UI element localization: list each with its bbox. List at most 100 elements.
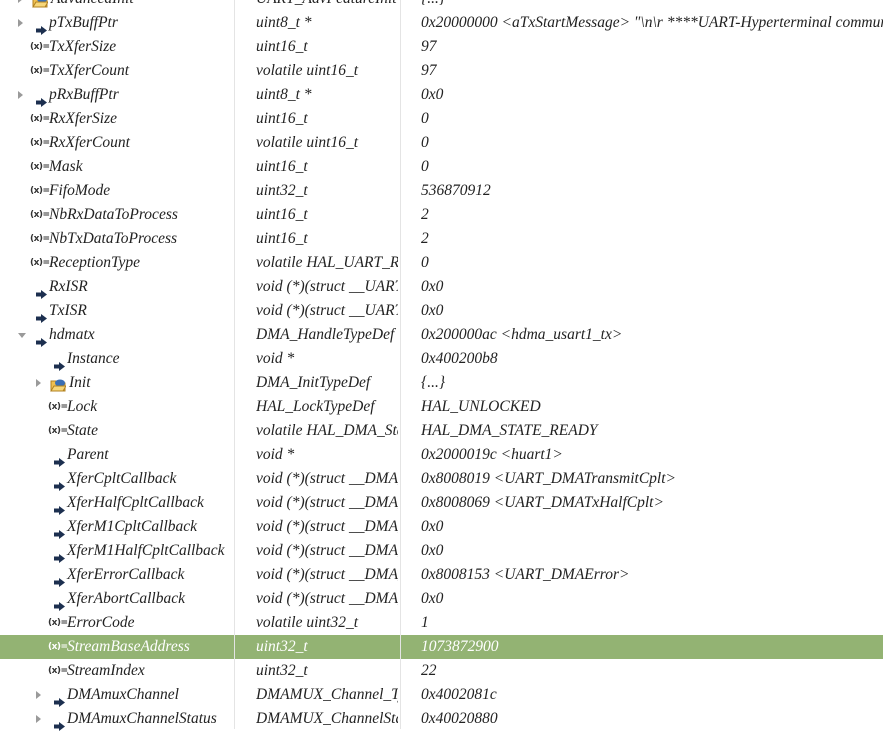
variable-row[interactable]: (x)= NbRxDataToProcess uint16_t 2	[0, 203, 883, 227]
variable-type: uint8_t *	[256, 14, 312, 31]
variable-row[interactable]: (x)= RxXferSize uint16_t 0	[0, 107, 883, 131]
variable-name: FifoMode	[49, 182, 111, 199]
variable-row[interactable]: (x)= TxXferSize uint16_t 97	[0, 35, 883, 59]
variable-name: Init	[69, 374, 91, 391]
expand-toggle-icon[interactable]	[18, 91, 23, 99]
variable-row[interactable]: (x)= FifoMode uint32_t 536870912	[0, 179, 883, 203]
variable-type: void *	[256, 350, 295, 367]
variable-row[interactable]: XferCpltCallback void (*)(struct __DMA_Ha…	[0, 467, 883, 491]
variable-row[interactable]: (x)= Lock HAL_LockTypeDef HAL_UNLOCKED	[0, 395, 883, 419]
pointer-icon	[54, 355, 66, 371]
variable-row[interactable]: XferHalfCpltCallback void (*)(struct __DM…	[0, 491, 883, 515]
variable-name: RxXferCount	[49, 134, 130, 151]
variable-name: XferErrorCallback	[67, 566, 185, 583]
variable-value: 0x0	[421, 518, 444, 535]
variable-value: 0	[421, 110, 429, 127]
name-cell: Init	[0, 371, 233, 395]
variable-icon: (x)=	[48, 426, 68, 436]
variable-row[interactable]: (x)=ReceptionType volatile HAL_UART_RxTyp…	[0, 251, 883, 275]
variable-value: 2	[421, 206, 429, 223]
variable-value: 0x400200b8	[421, 350, 498, 367]
variable-type: uint16_t	[256, 230, 308, 247]
column-divider-name-type[interactable]	[234, 0, 235, 729]
variable-row[interactable]: pRxBuffPtr uint8_t * 0x0	[0, 83, 883, 107]
variable-name: RxISR	[49, 278, 88, 295]
variable-name: pTxBuffPtr	[49, 14, 118, 31]
variable-row[interactable]: Init DMA_InitTypeDef {...}	[0, 371, 883, 395]
variable-name: DMAmuxChannelStatus	[67, 710, 217, 727]
variable-value: 0x0	[421, 278, 444, 295]
variable-name: Instance	[67, 350, 120, 367]
variable-row[interactable]: (x)= ErrorCode volatile uint32_t 1	[0, 611, 883, 635]
variable-row[interactable]: DMAmuxChannel DMAMUX_Channel_TypeDef * 0x4…	[0, 683, 883, 707]
variable-name: Parent	[67, 446, 109, 463]
variable-name: StreamIndex	[67, 662, 145, 679]
variable-row[interactable]: pTxBuffPtr uint8_t * 0x20000000 <aTxStartM…	[0, 11, 883, 35]
variable-row[interactable]: XferM1CpltCallback void (*)(struct __DMA_…	[0, 515, 883, 539]
expand-toggle-icon[interactable]	[18, 19, 23, 27]
name-cell: AdvancedInit	[0, 0, 233, 11]
variable-type: volatile uint32_t	[256, 614, 359, 631]
expand-toggle-icon[interactable]	[36, 379, 41, 387]
variable-value: 0x2000019c <huart1>	[421, 446, 563, 463]
expand-toggle-icon[interactable]	[36, 715, 41, 723]
name-cell: (x)= ReceptionType	[0, 251, 233, 275]
variable-row[interactable]: XferAbortCallback void (*)(struct __DMA_H…	[0, 587, 883, 611]
variable-name: ErrorCode	[67, 614, 135, 631]
variable-row[interactable]: (x)= NbTxDataToProcess uint16_t 2	[0, 227, 883, 251]
variable-type: DMAMUX_ChannelStatus_TypeDef *	[256, 710, 398, 727]
variable-name: TxISR	[49, 302, 87, 319]
variable-row[interactable]: AdvancedInit UART_AdvFeatureInitTypeDef {.…	[0, 0, 883, 11]
variable-name: XferHalfCpltCallback	[67, 494, 204, 511]
pointer-icon	[54, 547, 66, 563]
variable-row[interactable]: TxISR void (*)(struct __UART_HandleTypeDe…	[0, 299, 883, 323]
expand-toggle-icon[interactable]	[18, 0, 23, 3]
variable-name: NbRxDataToProcess	[49, 206, 178, 223]
variable-row[interactable]: (x)= Mask uint16_t 0	[0, 155, 883, 179]
variable-row[interactable]: DMAmuxChannelStatus DMAMUX_ChannelStatus_…	[0, 707, 883, 731]
name-cell: (x)= ErrorCode	[0, 611, 233, 635]
name-cell: (x)= FifoMode	[0, 179, 233, 203]
variable-value: 0x0	[421, 302, 444, 319]
variable-type: uint16_t	[256, 206, 308, 223]
column-divider-type-value[interactable]	[400, 0, 401, 729]
variable-row[interactable]: (x)= StreamIndex uint32_t 22	[0, 659, 883, 683]
variable-row[interactable]: RxISR void (*)(struct __UART_HandleTypeDe…	[0, 275, 883, 299]
variable-row[interactable]: (x)=State volatile HAL_DMA_StateTypeDef HA…	[0, 419, 883, 443]
name-cell: (x)= State	[0, 419, 233, 443]
variable-value: 0x8008069 <UART_DMATxHalfCplt>	[421, 494, 664, 511]
variable-icon: (x)=	[30, 42, 50, 52]
name-cell: DMAmuxChannelStatus	[0, 707, 233, 731]
expand-toggle-icon[interactable]	[36, 691, 41, 699]
variable-icon: (x)=	[30, 234, 50, 244]
variable-type: void (*)(struct __DMA_HandleTypeDef *)	[256, 542, 398, 559]
variable-row[interactable]: Instance void * 0x400200b8	[0, 347, 883, 371]
variable-row[interactable]: Parent void * 0x2000019c <huart1>	[0, 443, 883, 467]
variable-value: 0x0	[421, 542, 444, 559]
name-cell: Instance	[0, 347, 233, 371]
variable-row[interactable]: (x)= TxXferCount volatile uint16_t 97	[0, 59, 883, 83]
variable-row[interactable]: XferErrorCallback void (*)(struct __DMA_H…	[0, 563, 883, 587]
name-cell: TxISR	[0, 299, 233, 323]
variable-name: ReceptionType	[49, 254, 140, 271]
variable-value: HAL_UNLOCKED	[421, 398, 541, 415]
variable-name: NbTxDataToProcess	[49, 230, 178, 247]
name-cell: (x)= NbRxDataToProcess	[0, 203, 233, 227]
pointer-icon	[54, 691, 66, 707]
variable-row[interactable]: (x)= RxXferCount volatile uint16_t 0	[0, 131, 883, 155]
variable-type: void (*)(struct __DMA_HandleTypeDef *)	[256, 590, 398, 607]
name-cell: (x)= StreamIndex	[0, 659, 233, 683]
variable-row[interactable]: hdmatx DMA_HandleTypeDef * 0x200000ac <hdm…	[0, 323, 883, 347]
variable-value: 0	[421, 134, 429, 151]
variable-name: DMAmuxChannel	[67, 686, 179, 703]
variable-name: pRxBuffPtr	[49, 86, 119, 103]
variable-value: 0x20000000 <aTxStartMessage> "\n\r ****U…	[421, 14, 883, 31]
variable-type: uint32_t	[256, 182, 308, 199]
collapse-toggle-icon[interactable]	[18, 333, 26, 338]
variable-row[interactable]: (x)= StreamBaseAddress uint32_t 1073872900	[0, 635, 883, 659]
struct-folder-icon	[50, 376, 67, 392]
variable-name: Lock	[67, 398, 98, 415]
variable-row[interactable]: XferM1HalfCpltCallback void (*)(struct __…	[0, 539, 883, 563]
variable-value: 2	[421, 230, 429, 247]
variable-name: hdmatx	[49, 326, 95, 343]
